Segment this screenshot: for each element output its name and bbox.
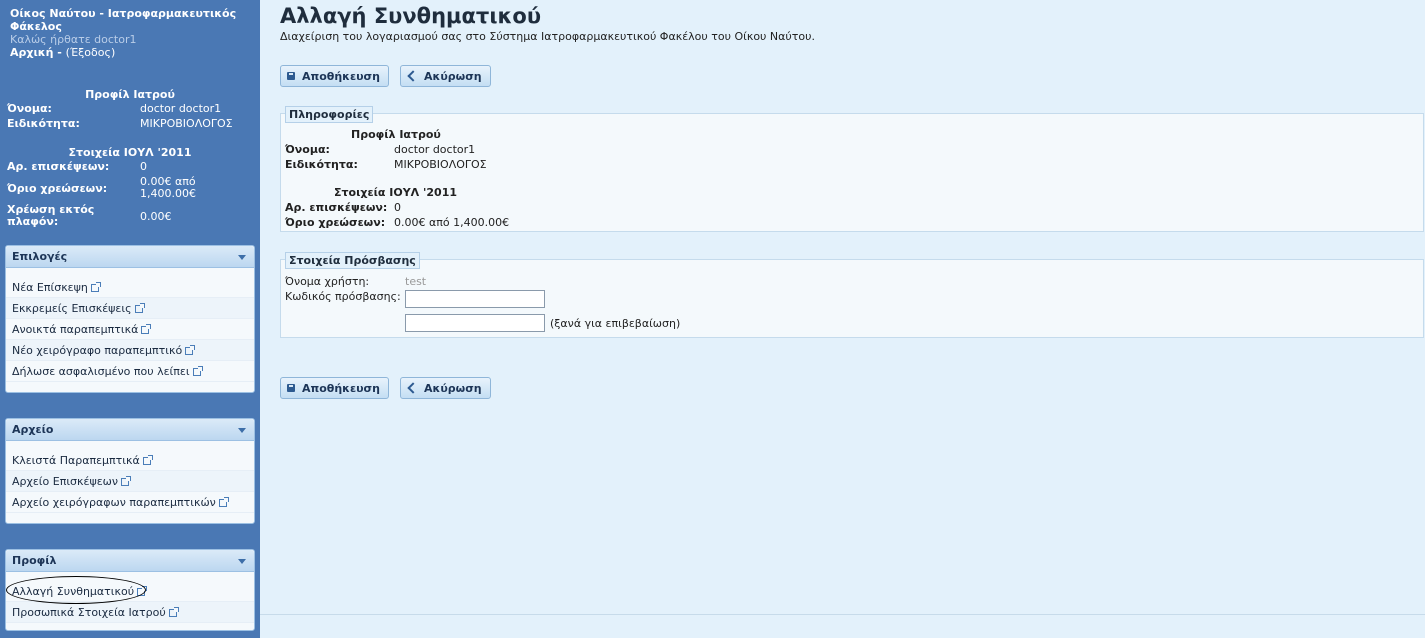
sidebar-overlimit-value: 0.00€ [140,210,172,223]
info-visits-value: 0 [394,201,401,214]
info-visits-label: Αρ. επισκέψεων: [285,201,388,214]
profile-panel-title: Προφίλ [12,554,57,567]
info-legend: Πληροφορίες [285,106,374,123]
sidebar-limit-value: 0.00€ από 1,400.00€ [140,175,196,200]
external-link-icon [142,455,153,465]
external-link-icon [185,345,196,355]
options-panel: Επιλογές Νέα Επίσκεψη Εκκρεμείς Επισκέψε… [5,245,255,393]
undo-icon [407,382,419,394]
menu-item-label: Προσωπικά Στοιχεία Ιατρού [12,606,166,619]
menu-item-new-handwritten-referral[interactable]: Νέο χειρόγραφο παραπεμπτικό [6,340,254,361]
logout-link[interactable]: Έξοδος [70,46,111,59]
info-fieldset: Πληροφορίες Προφίλ Ιατρού Όνομα: doctor … [280,106,1424,232]
collapse-arrow-icon[interactable] [238,428,246,433]
home-link[interactable]: Αρχική [10,46,53,59]
menu-item-label: Ανοικτά παραπεμπτικά [12,323,139,336]
external-link-icon [90,282,101,292]
page-title: Αλλαγή Συνθηματικού [280,4,542,28]
info-specialty-label: Ειδικότητα: [285,158,358,171]
info-limit-label: Όριο χρεώσεων: [285,216,386,229]
cancel-button-label: Ακύρωση [424,381,482,395]
external-link-icon [121,476,132,486]
sidebar-overlimit-label: Χρέωση εκτός πλαφόν: [7,203,95,228]
menu-item-declare-missing-insured[interactable]: Δήλωσε ασφαλισμένο που λείπει [6,361,254,382]
archive-panel-title: Αρχείο [12,423,54,436]
menu-item-label: Νέο χειρόγραφο παραπεμπτικό [12,344,183,357]
save-icon [287,384,295,392]
info-stats-heading: Στοιχεία ΙΟΥΛ '2011 [334,186,458,199]
page-subtitle: Διαχείριση του λογαριασμού σας στο Σύστη… [280,30,815,43]
menu-item-closed-referrals[interactable]: Κλειστά Παραπεμπτικά [6,450,254,471]
external-link-icon [192,366,203,376]
sidebar-visits-label: Αρ. επισκέψεων: [7,160,110,173]
save-button-top[interactable]: Αποθήκευση [280,65,389,87]
profile-panel-header[interactable]: Προφίλ [6,550,254,572]
sidebar-profile-heading: Προφίλ Ιατρού [85,88,175,101]
collapse-arrow-icon[interactable] [238,559,246,564]
info-profile-heading: Προφίλ Ιατρού [351,128,441,141]
welcome-text: Καλώς ήρθατε doctor1 [10,33,137,46]
username-label: Όνομα χρήστη: [285,275,370,288]
sidebar-stats-heading: Στοιχεία ΙΟΥΛ '2011 [68,146,192,159]
collapse-arrow-icon[interactable] [238,255,246,260]
options-panel-title: Επιλογές [12,250,68,263]
external-link-icon [141,324,152,334]
external-link-icon [218,497,229,507]
menu-item-visits-archive[interactable]: Αρχείο Επισκέψεων [6,471,254,492]
external-link-icon [168,607,179,617]
menu-item-label: Εκκρεμείς Επισκέψεις [12,302,132,315]
archive-panel: Αρχείο Κλειστά Παραπεμπτικά Αρχείο Επισκ… [5,418,255,524]
info-name-value: doctor doctor1 [394,143,476,156]
nav-separator: - [53,46,66,59]
highlight-oval [6,576,146,604]
save-button-bottom[interactable]: Αποθήκευση [280,377,389,399]
password-label: Κωδικός πρόσβασης: [285,290,401,303]
password-confirm-field[interactable] [405,314,545,332]
menu-item-personal-details[interactable]: Προσωπικά Στοιχεία Ιατρού [6,602,254,623]
menu-item-label: Νέα Επίσκεψη [12,281,88,294]
sidebar-specialty-value: ΜΙΚΡΟΒΙΟΛΟΓΟΣ [140,117,233,130]
info-specialty-value: ΜΙΚΡΟΒΙΟΛΟΓΟΣ [394,158,487,171]
top-nav: Αρχική - (Έξοδος) [10,46,116,59]
info-name-label: Όνομα: [285,143,330,156]
info-limit-value: 0.00€ από 1,400.00€ [394,216,510,229]
sidebar-limit-label: Όριο χρεώσεων: [7,182,108,195]
access-legend: Στοιχεία Πρόσβασης [285,252,420,269]
sidebar-name-label: Όνομα: [7,102,52,115]
cancel-button-label: Ακύρωση [424,69,482,83]
menu-item-open-referrals[interactable]: Ανοικτά παραπεμπτικά [6,319,254,340]
username-value: test [405,275,427,288]
app-title: Οίκος Ναύτου - Ιατροφαρμακευτικός Φάκελο… [10,7,237,33]
save-icon [287,72,295,80]
options-panel-header[interactable]: Επιλογές [6,246,254,268]
menu-item-handwritten-archive[interactable]: Αρχείο χειρόγραφων παραπεμπτικών [6,492,254,513]
sidebar-specialty-label: Ειδικότητα: [7,117,80,130]
confirm-hint: (ξανά για επιβεβαίωση) [550,317,681,330]
menu-item-new-visit[interactable]: Νέα Επίσκεψη [6,277,254,298]
main-content: Αλλαγή Συνθηματικού Διαχείριση του λογαρ… [260,0,1425,638]
external-link-icon [134,303,145,313]
sidebar-name-value: doctor doctor1 [140,102,222,115]
menu-item-label: Αρχείο χειρόγραφων παραπεμπτικών [12,496,216,509]
cancel-button-top[interactable]: Ακύρωση [400,65,491,87]
access-fieldset: Στοιχεία Πρόσβασης Όνομα χρήστη: test Κω… [280,252,1424,338]
sidebar: Οίκος Ναύτου - Ιατροφαρμακευτικός Φάκελο… [0,0,260,638]
menu-item-label: Κλειστά Παραπεμπτικά [12,454,140,467]
menu-item-label: Αρχείο Επισκέψεων [12,475,119,488]
save-button-label: Αποθήκευση [302,69,380,83]
password-field[interactable] [405,290,545,308]
menu-item-pending-visits[interactable]: Εκκρεμείς Επισκέψεις [6,298,254,319]
undo-icon [407,70,419,82]
save-button-label: Αποθήκευση [302,381,380,395]
footer-divider [260,614,1425,615]
sidebar-visits-value: 0 [140,160,147,173]
cancel-button-bottom[interactable]: Ακύρωση [400,377,491,399]
menu-item-label: Δήλωσε ασφαλισμένο που λείπει [12,365,190,378]
archive-panel-header[interactable]: Αρχείο [6,419,254,441]
